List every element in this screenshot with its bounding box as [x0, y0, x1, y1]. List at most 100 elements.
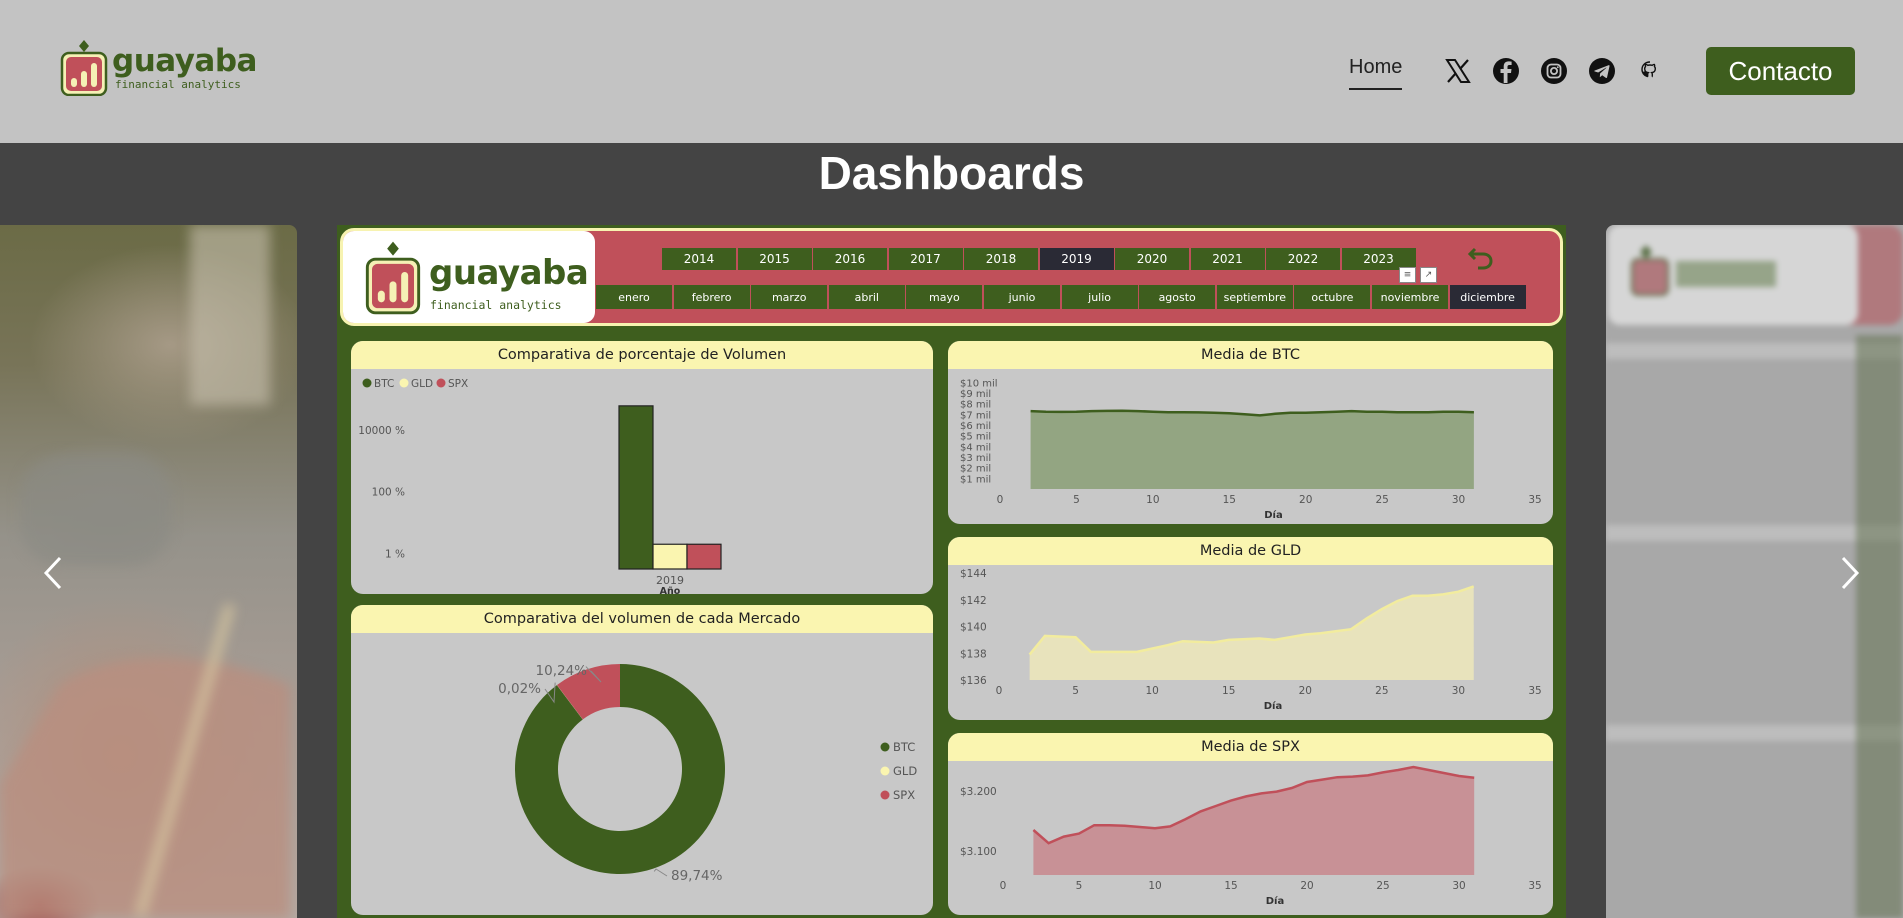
site-header: guayaba financial analytics Home Contact…	[0, 0, 1903, 143]
month-button-abril[interactable]: abril	[828, 285, 905, 309]
guayaba-logo-icon	[60, 40, 108, 97]
page-title: Dashboards	[818, 147, 1085, 199]
y-tick-label: $144	[960, 568, 987, 580]
month-button-agosto[interactable]: agosto	[1139, 285, 1216, 309]
month-button-noviembre[interactable]: noviembre	[1372, 285, 1448, 309]
x-tick-label: 35	[1528, 685, 1541, 697]
x-icon[interactable]	[1443, 56, 1473, 86]
x-tick-label: 35	[1528, 880, 1541, 892]
x-tick-label: 5	[1076, 880, 1083, 892]
bar-gld[interactable]	[652, 543, 688, 570]
y-tick-label: $8 mil	[960, 400, 991, 411]
year-button-2020[interactable]: 2020	[1115, 248, 1189, 270]
x-tick-label: 25	[1376, 880, 1389, 892]
legend-swatch-spx	[880, 790, 890, 800]
carousel-next-arrow[interactable]	[1830, 553, 1870, 593]
reset-button[interactable]	[1466, 243, 1496, 273]
dashboard-brand-tagline: financial analytics	[430, 298, 562, 312]
carousel-prev-arrow[interactable]	[33, 553, 73, 593]
telegram-icon[interactable]	[1587, 56, 1617, 86]
btc-mean-card: Media de BTC $1 mil $2 mil $3 mil $4 mil $5 …	[948, 341, 1553, 524]
bar-spx[interactable]	[686, 543, 722, 570]
legend-swatch-gld	[880, 766, 890, 776]
y-tick-label: $3.200	[960, 786, 997, 798]
filter-icon[interactable]: ≡	[1399, 267, 1416, 283]
month-button-octubre[interactable]: octubre	[1294, 285, 1371, 309]
x-tick-label: 15	[1224, 880, 1237, 892]
x-tick-label: 10	[1146, 494, 1159, 506]
year-button-2019[interactable]: 2019	[1039, 248, 1114, 270]
area-fill	[1030, 410, 1474, 489]
donut-data-label: 0,02%	[498, 681, 541, 697]
x-axis-label: Día	[1266, 895, 1284, 907]
year-button-2021[interactable]: 2021	[1190, 248, 1265, 270]
y-tick-label: $3.100	[960, 846, 997, 858]
market-volume-card: Comparativa del volumen de cada Mercado …	[351, 605, 933, 915]
facebook-icon[interactable]	[1491, 56, 1521, 86]
legend-label-spx: SPX	[448, 378, 468, 390]
month-button-mayo[interactable]: mayo	[906, 285, 983, 309]
year-button-2014[interactable]: 2014	[662, 248, 736, 270]
spx-mean-card: Media de SPX $3.200 $3.100 0 5 10 15 20 25 30 35 D…	[948, 733, 1553, 915]
x-tick-label: 5	[1072, 685, 1079, 697]
month-button-febrero[interactable]: febrero	[673, 285, 750, 309]
month-button-julio[interactable]: julio	[1061, 285, 1138, 309]
x-tick-label: 20	[1299, 494, 1312, 506]
x-tick-label: 35	[1528, 494, 1541, 506]
leader-line	[653, 868, 668, 877]
year-button-2015[interactable]: 2015	[737, 248, 812, 270]
spx-mean-title: Media de SPX	[948, 733, 1553, 761]
btc-mean-title: Media de BTC	[948, 341, 1553, 369]
x-tick-label: 10	[1145, 685, 1158, 697]
contact-button[interactable]: Contacto	[1706, 47, 1855, 95]
bar-btc[interactable]	[618, 405, 654, 570]
month-button-marzo[interactable]: marzo	[751, 285, 828, 309]
x-tick-label: 0	[996, 685, 1003, 697]
y-tick-label: $4 mil	[960, 442, 991, 453]
guayaba-logo-icon	[365, 241, 421, 315]
x-tick-label: 25	[1375, 685, 1388, 697]
x-tick-label: 10	[1148, 880, 1161, 892]
donut-data-label: 10,24%	[536, 663, 588, 679]
site-logo[interactable]: guayaba financial analytics	[60, 40, 257, 97]
x-tick-label: 20	[1299, 685, 1312, 697]
dashboard-slide: guayaba financial analytics 2014 2015 2016…	[337, 225, 1566, 918]
month-button-diciembre[interactable]: diciembre	[1449, 285, 1526, 309]
legend-swatch-btc	[362, 378, 372, 388]
year-button-2022[interactable]: 2022	[1266, 248, 1340, 270]
x-tick-label: 15	[1223, 494, 1236, 506]
volume-percentage-title: Comparativa de porcentaje de Volumen	[351, 341, 933, 369]
brand-tagline: financial analytics	[115, 77, 241, 91]
y-tick-label: $140	[960, 622, 987, 634]
legend-label-gld: GLD	[411, 378, 433, 390]
expand-icon[interactable]: ↗	[1420, 267, 1437, 283]
year-button-2017[interactable]: 2017	[888, 248, 963, 270]
month-button-junio[interactable]: junio	[984, 285, 1060, 309]
y-tick-label: $142	[960, 595, 987, 607]
month-button-enero[interactable]: enero	[596, 285, 672, 309]
market-volume-donut-chart: 89,74% 0,02% 10,24% BTC GLD SPX	[498, 663, 917, 884]
year-button-2018[interactable]: 2018	[964, 248, 1038, 270]
legend-label-spx: SPX	[893, 788, 915, 802]
nav-home-link[interactable]: Home	[1349, 56, 1403, 90]
y-tick-label: $7 mil	[960, 410, 991, 421]
x-tick-label: 30	[1452, 494, 1465, 506]
area-fill	[1033, 767, 1475, 875]
x-axis-label: Día	[1264, 509, 1282, 521]
volume-percentage-card: Comparativa de porcentaje de Volumen BTC…	[351, 341, 933, 594]
y-tick-label: $138	[960, 648, 987, 660]
y-tick-label: $9 mil	[960, 389, 991, 400]
y-tick-label: $6 mil	[960, 421, 991, 432]
legend-swatch-gld	[399, 378, 409, 388]
x-tick-label: 25	[1375, 494, 1388, 506]
month-button-septiembre[interactable]: septiembre	[1216, 285, 1293, 309]
y-tick-label: $2 mil	[960, 464, 991, 475]
gld-mean-chart: $136 $138 $140 $142 $144 0 5 10 15 20 25 30 35 Día	[960, 568, 1542, 712]
github-icon[interactable]	[1635, 56, 1665, 86]
x-tick-label: 15	[1222, 685, 1235, 697]
year-button-2016[interactable]: 2016	[813, 248, 887, 270]
legend-label-btc: BTC	[374, 378, 394, 390]
instagram-icon[interactable]	[1539, 56, 1569, 86]
legend-label-btc: BTC	[893, 740, 915, 754]
y-tick-label: $1 mil	[960, 474, 991, 485]
